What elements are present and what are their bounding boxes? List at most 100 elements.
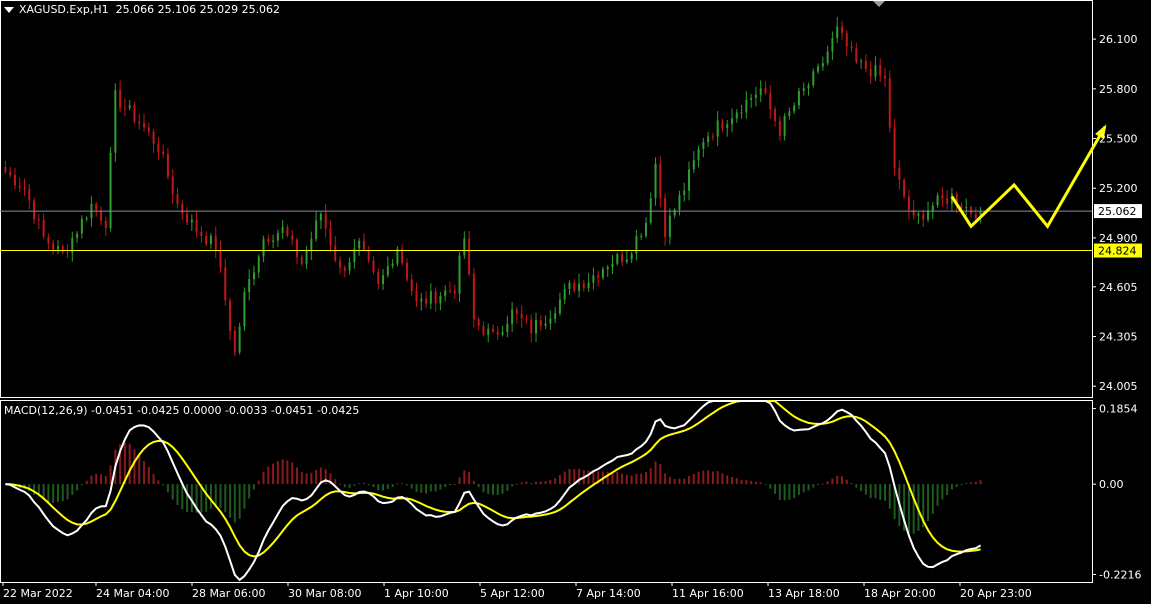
candle-body [257, 256, 260, 273]
candle-body [358, 240, 361, 249]
candle-body [181, 204, 184, 214]
time-tick-label: 1 Apr 10:00 [384, 587, 449, 600]
candle-body [123, 107, 126, 109]
candle-body [606, 266, 609, 270]
candle-body [458, 255, 461, 294]
macd-header: MACD(12,26,9) -0.0451 -0.0425 0.0000 -0.… [4, 404, 359, 417]
candle-body [128, 105, 131, 108]
candle-body [616, 254, 619, 264]
macd-histogram-bar [850, 482, 853, 485]
macd-histogram-bar [812, 484, 815, 488]
macd-histogram-bar [339, 483, 342, 485]
macd-histogram-bar [535, 481, 538, 485]
candle-body [874, 65, 877, 77]
macd-histogram-bar [343, 484, 346, 488]
candle-body [511, 309, 514, 324]
macd-histogram-bar [678, 478, 681, 485]
candle-body [472, 273, 475, 320]
macd-histogram-bar [960, 484, 963, 486]
time-tick-label: 20 Apr 23:00 [960, 587, 1032, 600]
macd-histogram-bar [525, 481, 528, 485]
candle-body [176, 194, 179, 205]
time-tick-label: 7 Apr 14:00 [576, 587, 641, 600]
candle-body [487, 328, 490, 335]
candle-body [405, 262, 408, 280]
macd-histogram-bar [802, 484, 805, 493]
macd-histogram-bar [946, 484, 949, 496]
candle-body [76, 233, 79, 238]
candle-body [678, 195, 681, 210]
candle-body [893, 127, 896, 168]
candle-body [80, 218, 83, 234]
macd-histogram-bar [817, 484, 820, 486]
candle-body [683, 190, 686, 196]
candle-body [42, 219, 45, 237]
macd-histogram-bar [587, 470, 590, 485]
price-tick-label: 24.605 [1099, 281, 1138, 294]
macd-histogram-bar [625, 474, 628, 485]
candle-body [152, 131, 155, 144]
macd-histogram-bar [941, 484, 944, 500]
candle-body [817, 66, 820, 72]
macd-histogram-bar [611, 472, 614, 485]
macd-histogram-bar [506, 484, 509, 491]
macd-histogram-bar [520, 482, 523, 485]
macd-histogram-bar [482, 484, 485, 493]
macd-histogram-bar [515, 483, 518, 485]
candle-body [578, 283, 581, 291]
chart-shift-marker[interactable] [873, 1, 885, 7]
collapse-triangle-icon[interactable] [4, 7, 14, 13]
macd-histogram-bar [888, 484, 891, 509]
candle-body [214, 235, 217, 251]
macd-histogram-bar [492, 484, 494, 495]
macd-histogram-bar [688, 476, 690, 485]
time-tick-label: 24 Mar 04:00 [96, 587, 169, 600]
macd-histogram-bar [826, 481, 829, 485]
candle-body [927, 210, 930, 220]
macd-histogram-bar [434, 484, 437, 492]
macd-histogram-bar [573, 469, 576, 485]
macd-histogram-bar [219, 484, 222, 509]
candle-body [621, 254, 624, 262]
candle-body [315, 220, 318, 239]
candle-body [970, 207, 973, 214]
candle-body [597, 275, 600, 278]
macd-values: -0.0451 -0.0425 0.0000 -0.0033 -0.0451 -… [91, 404, 360, 417]
macd-histogram-bar [630, 475, 633, 485]
candle-body [840, 26, 843, 33]
macd-histogram-bar [257, 480, 260, 485]
macd-histogram-bar [970, 482, 973, 485]
macd-histogram-bar [56, 484, 59, 502]
macd-histogram-bar [793, 484, 796, 499]
macd-histogram-bar [931, 484, 934, 514]
candle-body [558, 299, 561, 314]
macd-histogram-bar [654, 461, 657, 485]
candle-body [100, 210, 102, 221]
macd-histogram-bar [66, 484, 69, 500]
candle-body [549, 318, 552, 324]
macd-histogram-bar [563, 471, 566, 485]
macd-histogram-bar [468, 472, 471, 485]
candle-body [860, 61, 863, 63]
macd-histogram-bar [845, 479, 848, 485]
macd-histogram-bar [501, 484, 504, 494]
candle-body [855, 48, 858, 62]
candle-body [492, 328, 494, 332]
macd-histogram-bar [558, 474, 561, 485]
candle-body [157, 143, 160, 152]
candle-body [664, 197, 667, 237]
candle-body [377, 271, 380, 284]
macd-histogram-bar [152, 473, 155, 485]
macd-histogram-bar [860, 484, 863, 492]
macd-histogram-bar [166, 484, 169, 493]
candle-body [535, 319, 538, 334]
candle-body [448, 290, 451, 292]
candle-body [506, 323, 509, 333]
macd-histogram-bar [104, 475, 107, 485]
macd-histogram-bar [300, 472, 303, 485]
time-tick-label: 18 Apr 20:00 [864, 587, 936, 600]
candle-body [754, 94, 757, 99]
macd-histogram-bar [348, 484, 351, 488]
candle-body [286, 226, 289, 236]
candle-body [778, 121, 781, 136]
